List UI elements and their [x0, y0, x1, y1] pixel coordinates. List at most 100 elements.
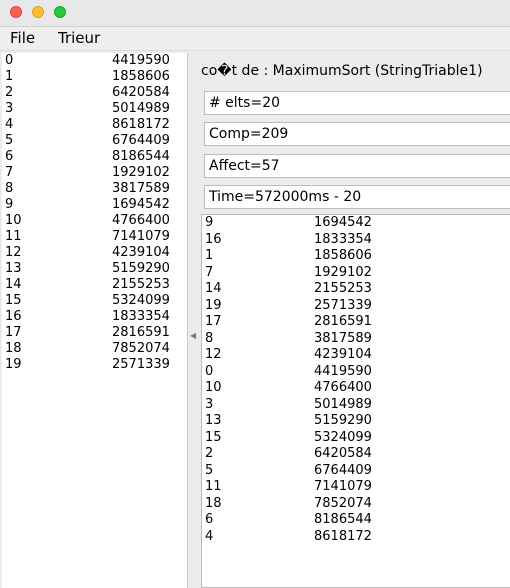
- item-index: 11: [5, 229, 22, 244]
- list-item[interactable]: 2 6420584: [202, 446, 510, 463]
- sorted-list-panel[interactable]: 9 1694542 16 1833354 1 1858606 7 1929102 14 21552…: [201, 214, 510, 588]
- item-value: 1694542: [112, 197, 170, 212]
- list-item[interactable]: 14 2155253: [202, 281, 510, 298]
- list-item[interactable]: 4 8618172: [202, 529, 510, 546]
- zoom-window-button[interactable]: [54, 6, 66, 18]
- cost-heading: co�t de : MaximumSort (StringTriable1): [201, 63, 483, 79]
- list-item[interactable]: 8 3817589: [202, 331, 510, 348]
- item-value: 6420584: [112, 85, 170, 100]
- item-index: 6: [205, 512, 214, 527]
- input-list-panel[interactable]: 0 4419590 1 1858606 2 6420584 3 5014989 4 8618172…: [2, 53, 188, 588]
- list-item[interactable]: 19 2571339: [202, 298, 510, 315]
- item-value: 1929102: [112, 165, 170, 180]
- list-item[interactable]: 18 7852074: [202, 496, 510, 513]
- list-item[interactable]: 9 1694542: [202, 215, 510, 232]
- item-index: 10: [205, 380, 222, 395]
- item-index: 2: [205, 446, 214, 461]
- list-item[interactable]: 0 4419590: [202, 364, 510, 381]
- menu-trieur[interactable]: Trieur: [58, 29, 100, 47]
- results-panel: co�t de : MaximumSort (StringTriable1) #…: [198, 53, 510, 588]
- list-item[interactable]: 5 6764409: [202, 463, 510, 480]
- divider-grip-icon[interactable]: ◀: [190, 331, 196, 340]
- item-value: 3817589: [112, 181, 170, 196]
- item-index: 4: [205, 528, 214, 544]
- item-index: 17: [205, 314, 222, 329]
- menu-file[interactable]: File: [10, 29, 35, 47]
- list-item[interactable]: 11 7141079: [2, 229, 187, 245]
- item-value: 5324099: [314, 429, 372, 445]
- item-index: 8: [5, 181, 14, 196]
- list-item[interactable]: 2 6420584: [2, 85, 187, 101]
- list-item[interactable]: 19 2571339: [2, 357, 187, 373]
- list-item[interactable]: 16 1833354: [202, 232, 510, 249]
- list-item[interactable]: 6 8186544: [202, 512, 510, 529]
- item-index: 15: [5, 293, 22, 308]
- elements-count-field: # elts=20: [204, 91, 510, 115]
- assignments-field: Affect=57: [204, 154, 510, 178]
- item-value: 1929102: [314, 264, 372, 280]
- list-item[interactable]: 3 5014989: [2, 101, 187, 117]
- item-value: 7852074: [314, 495, 372, 511]
- item-index: 18: [5, 341, 22, 356]
- item-value: 5324099: [112, 293, 170, 308]
- item-index: 11: [205, 479, 222, 494]
- item-value: 4239104: [314, 347, 372, 362]
- item-value: 5159290: [112, 261, 170, 276]
- minimize-window-button[interactable]: [32, 6, 44, 18]
- time-field: Time=572000ms - 20: [204, 185, 510, 209]
- item-value: 2155253: [112, 277, 170, 292]
- list-item[interactable]: 1 1858606: [202, 248, 510, 265]
- split-pane-divider[interactable]: ◀: [188, 53, 198, 588]
- item-value: 1858606: [112, 69, 170, 84]
- list-item[interactable]: 13 5159290: [2, 261, 187, 277]
- item-index: 16: [205, 231, 222, 247]
- list-item[interactable]: 12 4239104: [202, 347, 510, 364]
- item-value: 6764409: [314, 462, 372, 478]
- item-index: 16: [5, 309, 22, 324]
- list-item[interactable]: 0 4419590: [2, 53, 187, 69]
- item-index: 13: [205, 413, 222, 428]
- list-item[interactable]: 11 7141079: [202, 479, 510, 496]
- list-item[interactable]: 15 5324099: [2, 293, 187, 309]
- item-index: 7: [205, 264, 214, 280]
- list-item[interactable]: 16 1833354: [2, 309, 187, 325]
- list-item[interactable]: 10 4766400: [202, 380, 510, 397]
- list-item[interactable]: 10 4766400: [2, 213, 187, 229]
- list-item[interactable]: 13 5159290: [202, 413, 510, 430]
- close-window-button[interactable]: [10, 6, 22, 18]
- list-item[interactable]: 6 8186544: [2, 149, 187, 165]
- list-item[interactable]: 7 1929102: [202, 265, 510, 282]
- list-item[interactable]: 15 5324099: [202, 430, 510, 447]
- item-value: 1858606: [314, 248, 372, 263]
- list-item[interactable]: 5 6764409: [2, 133, 187, 149]
- item-value: 7141079: [314, 479, 372, 494]
- item-value: 2816591: [112, 325, 170, 340]
- item-value: 8186544: [112, 149, 170, 164]
- list-item[interactable]: 4 8618172: [2, 117, 187, 133]
- item-value: 1694542: [314, 215, 372, 230]
- item-value: 8618172: [314, 528, 372, 544]
- item-index: 7: [5, 165, 14, 180]
- item-value: 8186544: [314, 512, 372, 527]
- item-value: 4766400: [314, 380, 372, 395]
- list-item[interactable]: 14 2155253: [2, 277, 187, 293]
- list-item[interactable]: 18 7852074: [2, 341, 187, 357]
- item-index: 19: [205, 297, 222, 313]
- item-value: 8618172: [112, 117, 170, 132]
- item-value: 2816591: [314, 314, 372, 329]
- list-item[interactable]: 12 4239104: [2, 245, 187, 261]
- item-value: 7141079: [112, 229, 170, 244]
- list-item[interactable]: 3 5014989: [202, 397, 510, 414]
- item-value: 5014989: [314, 396, 372, 412]
- item-index: 8: [205, 330, 214, 346]
- list-item[interactable]: 7 1929102: [2, 165, 187, 181]
- list-item[interactable]: 17 2816591: [202, 314, 510, 331]
- item-index: 1: [5, 69, 14, 84]
- list-item[interactable]: 1 1858606: [2, 69, 187, 85]
- item-value: 4419590: [112, 53, 170, 68]
- item-index: 0: [205, 363, 214, 379]
- list-item[interactable]: 8 3817589: [2, 181, 187, 197]
- item-value: 5159290: [314, 413, 372, 428]
- list-item[interactable]: 17 2816591: [2, 325, 187, 341]
- list-item[interactable]: 9 1694542: [2, 197, 187, 213]
